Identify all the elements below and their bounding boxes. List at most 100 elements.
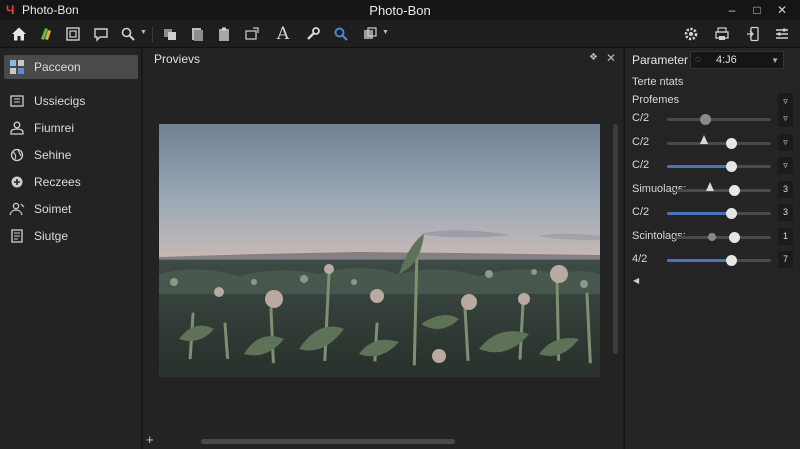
slider-fill xyxy=(667,259,732,262)
sidebar-item-ussiecigs[interactable]: Ussiecigs xyxy=(4,89,138,113)
parameter-row: C/2 ▿ xyxy=(625,156,800,176)
sidebar-item-label: Sehine xyxy=(34,148,72,162)
sidebar-item-siutge[interactable]: Siutge xyxy=(4,224,138,248)
document-icon xyxy=(9,228,25,244)
slider-secondary-knob[interactable] xyxy=(708,232,717,241)
slider-knob[interactable] xyxy=(725,208,737,219)
layers-icon[interactable] xyxy=(62,24,84,44)
sidebar-item-soimet[interactable]: Soimet xyxy=(4,197,138,221)
slider-knob[interactable] xyxy=(725,255,737,266)
export-dropdown-caret-icon[interactable]: ▼ xyxy=(382,29,389,36)
user-icon xyxy=(9,201,25,217)
adjust-icon[interactable] xyxy=(771,24,793,44)
preview-image[interactable] xyxy=(159,124,600,377)
maximize-button[interactable]: □ xyxy=(748,2,766,18)
slider-knob[interactable] xyxy=(725,137,737,149)
toolbar: ▼ A ▼ xyxy=(0,20,800,48)
transform-icon[interactable] xyxy=(241,24,263,44)
chat-icon[interactable] xyxy=(90,24,112,44)
parameter-row-button[interactable]: 7 xyxy=(778,251,793,268)
text-icon[interactable]: A xyxy=(272,24,294,44)
parameters-panel: Parameter ◌ 4:J6 ▼ Terte ntats Profemes … xyxy=(624,48,800,449)
parameter-label: C/2 xyxy=(632,135,650,148)
select-icon: ◌ xyxy=(695,54,701,65)
close-panel-icon[interactable]: ✕ xyxy=(606,51,618,65)
clipboard-icon[interactable] xyxy=(213,24,235,44)
parameter-row: 4/2 7 xyxy=(625,250,800,270)
parameter-row: C/2 ▿ xyxy=(625,109,800,129)
parameter-row-button[interactable]: ▿ xyxy=(778,133,793,151)
zoom-dropdown-caret-icon[interactable]: ▼ xyxy=(140,29,147,36)
app-name: Photo-Bon xyxy=(22,3,79,17)
color-swatch-icon[interactable] xyxy=(35,24,57,44)
parameter-row: Simuolags: 3 xyxy=(625,180,800,200)
print-icon[interactable] xyxy=(711,24,733,44)
tools-icon[interactable] xyxy=(302,24,324,44)
panel-icon xyxy=(9,93,25,109)
parameter-label: C/2 xyxy=(632,112,650,124)
preview-header: Provievs ❖ ✕ xyxy=(143,48,623,70)
slider-fill xyxy=(667,212,732,215)
sidebar-item-reczees[interactable]: Reczees xyxy=(4,170,138,194)
sidebar-item-pacceon[interactable]: Pacceon xyxy=(4,55,138,79)
parameter-row: C/2 ▿ xyxy=(625,133,800,153)
back-arrow-icon[interactable]: ◀ xyxy=(633,276,639,285)
slider-fill xyxy=(667,165,732,168)
minimize-button[interactable]: – xyxy=(723,2,741,18)
export-icon[interactable] xyxy=(359,24,381,44)
sidebar-item-label: Soimet xyxy=(34,202,72,216)
copy-icon[interactable] xyxy=(186,24,208,44)
plus-circle-icon xyxy=(9,174,25,190)
sidebar-item-label: Fiumrei xyxy=(34,121,75,135)
sidebar-item-sehine[interactable]: Sehine xyxy=(4,143,138,167)
parameter-slider[interactable] xyxy=(675,231,771,243)
add-button[interactable]: + xyxy=(146,432,154,447)
sidebar-item-label: Reczees xyxy=(34,175,81,189)
app-logo-icon: Ч xyxy=(6,3,15,17)
preview-panel: Provievs ❖ ✕ + xyxy=(143,48,623,449)
parameter-row-button[interactable]: ▿ xyxy=(778,110,793,127)
slider-knob[interactable] xyxy=(729,184,741,196)
slider-knob[interactable] xyxy=(699,114,711,125)
vertical-scrollbar[interactable] xyxy=(613,124,618,354)
select-value: 4:J6 xyxy=(716,54,737,66)
chevron-down-icon: ▼ xyxy=(771,56,779,65)
sidebar-item-label: Pacceon xyxy=(34,60,81,74)
phone-export-icon[interactable] xyxy=(742,24,764,44)
parameter-row: C/2 3 xyxy=(625,203,800,223)
settings-icon[interactable] xyxy=(680,24,702,44)
person-icon xyxy=(9,120,25,136)
search-icon[interactable] xyxy=(330,24,352,44)
histogram-peak-icon xyxy=(700,134,709,144)
stack-icon[interactable] xyxy=(159,24,181,44)
slider-knob[interactable] xyxy=(729,231,741,243)
parameter-slider[interactable] xyxy=(667,208,771,219)
parameter-slider[interactable] xyxy=(667,161,771,172)
pin-icon[interactable]: ❖ xyxy=(589,52,601,66)
section-label: Profemes xyxy=(632,94,680,106)
sidebar-item-label: Ussiecigs xyxy=(34,94,86,108)
zoom-icon[interactable] xyxy=(117,24,139,44)
parameter-row-button[interactable]: 1 xyxy=(778,227,793,245)
close-window-button[interactable]: ✕ xyxy=(773,2,791,18)
horizontal-scrollbar[interactable] xyxy=(201,439,455,444)
parameter-row-button[interactable]: 3 xyxy=(778,180,793,198)
sidebar-item-fiumrei[interactable]: Fiumrei xyxy=(4,116,138,140)
title-bar: Ч Photo-Bon Photo-Bon – □ ✕ xyxy=(0,0,800,20)
preview-title: Provievs xyxy=(154,52,201,66)
parameter-label: C/2 xyxy=(632,159,650,171)
parameter-row-button[interactable]: 3 xyxy=(778,204,793,221)
section-expand-button[interactable]: ▿ xyxy=(778,93,793,110)
parameter-slider[interactable] xyxy=(667,114,771,125)
parameter-slider[interactable] xyxy=(675,181,771,196)
section-label: Terte ntats xyxy=(632,76,684,88)
parameters-title: Parameter xyxy=(632,53,689,67)
parameter-slider[interactable] xyxy=(667,134,771,149)
slider-knob[interactable] xyxy=(725,161,737,172)
parameter-row-button[interactable]: ▿ xyxy=(778,157,793,174)
sidebar: Pacceon Ussiecigs Fiumrei Sehine Reczees… xyxy=(0,48,142,449)
parameter-label: C/2 xyxy=(632,206,650,218)
parameter-slider[interactable] xyxy=(667,255,771,266)
home-icon[interactable] xyxy=(8,24,30,44)
parameter-select[interactable]: ◌ 4:J6 ▼ xyxy=(690,51,784,69)
